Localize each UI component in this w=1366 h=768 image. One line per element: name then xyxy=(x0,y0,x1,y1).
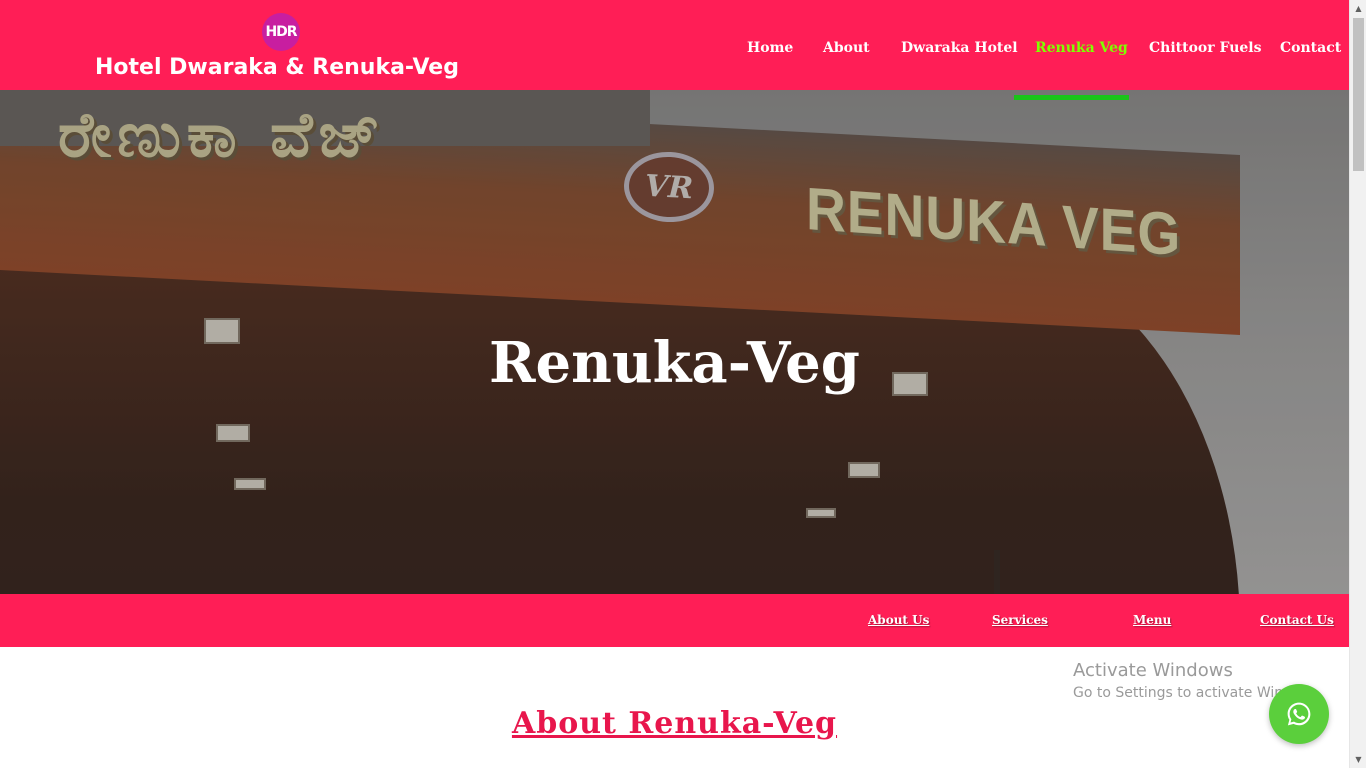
subnav-about-us[interactable]: About Us xyxy=(868,613,929,627)
subnav-contact-us[interactable]: Contact Us xyxy=(1260,613,1334,627)
subnav-menu[interactable]: Menu xyxy=(1133,613,1171,627)
section-subnav: About Us Services Menu Contact Us xyxy=(0,594,1349,647)
page-scrollbar[interactable]: ▲ ▼ xyxy=(1349,0,1366,768)
main-nav: Home About Dwaraka Hotel Renuka Veg Chit… xyxy=(0,40,1349,64)
nav-chittoor-fuels[interactable]: Chittoor Fuels xyxy=(1149,40,1261,56)
nav-about[interactable]: About xyxy=(823,40,870,56)
nav-home[interactable]: Home xyxy=(747,40,793,56)
nav-active-underline xyxy=(1014,95,1129,100)
whatsapp-button[interactable] xyxy=(1269,684,1329,744)
activate-windows-subtitle: Go to Settings to activate Windows. xyxy=(1073,685,1288,701)
brand-logo-text: HDR xyxy=(265,24,297,40)
nav-renuka-veg[interactable]: Renuka Veg xyxy=(1035,40,1128,56)
nav-contact[interactable]: Contact xyxy=(1280,40,1341,56)
activate-windows-title: Activate Windows xyxy=(1073,660,1233,681)
nav-dwaraka-hotel[interactable]: Dwaraka Hotel xyxy=(901,40,1018,56)
scroll-thumb[interactable] xyxy=(1353,18,1364,171)
hero-banner: ರೇಣುಕಾ ವೆಜ್ VR RENUKA VEG Renuka-Veg xyxy=(0,90,1349,594)
whatsapp-icon xyxy=(1287,702,1311,726)
subnav-services[interactable]: Services xyxy=(992,613,1048,627)
about-heading: About Renuka-Veg xyxy=(511,706,838,741)
site-header: HDR Hotel Dwaraka & Renuka-Veg Home Abou… xyxy=(0,0,1349,90)
activate-windows-watermark: Activate Windows Go to Settings to activ… xyxy=(1073,660,1288,701)
hero-title: Renuka-Veg xyxy=(489,330,860,396)
scroll-down-arrow-icon[interactable]: ▼ xyxy=(1350,751,1366,768)
scroll-up-arrow-icon[interactable]: ▲ xyxy=(1350,0,1366,17)
